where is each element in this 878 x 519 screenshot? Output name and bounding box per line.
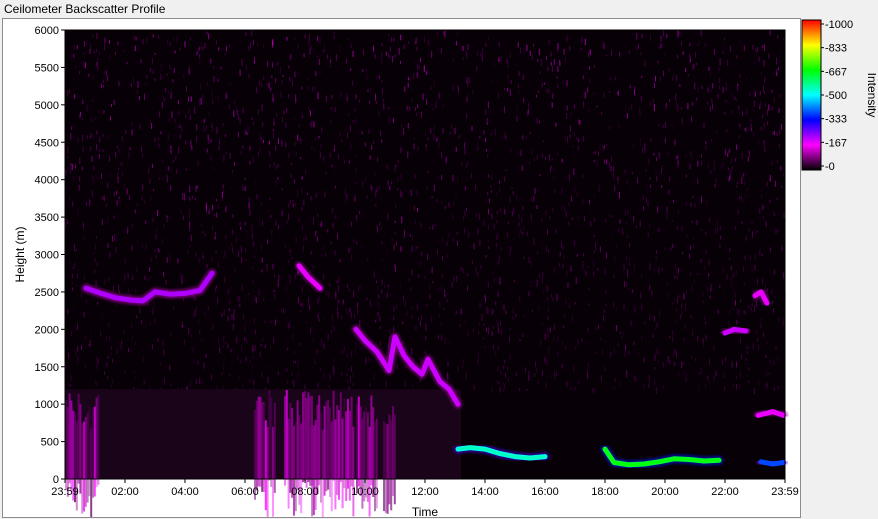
chart-svg: 0 500 1000 1500 2000 2500 3000 3500 4000 4500 5000… (13, 25, 799, 517)
layer-late-surface-layer (756, 457, 788, 469)
x-tick-label: 20:00 (651, 486, 679, 498)
y-tick-label: 4000 (35, 175, 59, 187)
x-tick-label: 18:00 (591, 486, 619, 498)
colorbar-title: Intensity (865, 73, 876, 118)
colorbar-tick-label: -667 (825, 66, 847, 78)
chart-frame: 0 500 1000 1500 2000 2500 3000 3500 4000 4500 5000… (2, 18, 801, 518)
x-tick-label: 12:00 (411, 486, 439, 498)
x-tick-label: 23:59 (51, 486, 79, 498)
x-tick-label: 06:00 (231, 486, 259, 498)
layer-evening-high-layer (720, 324, 751, 338)
colorbar-tick-label: -0 (825, 161, 835, 173)
y-tick-label: 1000 (35, 399, 59, 411)
x-tick-label: 23:59 (771, 486, 799, 498)
x-axis-title: Time (412, 505, 439, 517)
y-tick-label: 3000 (35, 250, 59, 262)
x-tick-label: 16:00 (531, 486, 559, 498)
y-tick-label: 2500 (35, 287, 59, 299)
y-tick-label: 2000 (35, 324, 59, 336)
colorbar-tick-label: -167 (825, 137, 847, 149)
colorbar-tick-label: -333 (825, 114, 847, 126)
colorbar-gradient (801, 19, 822, 171)
layer-late-low-layer (753, 407, 788, 420)
y-tick-label: 0 (53, 474, 59, 486)
y-tick-label: 3500 (35, 212, 59, 224)
colorbar-tick-label: -833 (825, 43, 847, 55)
x-tick-label: 10:00 (351, 486, 379, 498)
y-tick-label: 1500 (35, 362, 59, 374)
x-tick-label: 22:00 (711, 486, 739, 498)
y-axis-title: Height (m) (13, 226, 27, 282)
chart-title: Ceilometer Backscatter Profile (4, 2, 166, 16)
x-tick-label: 08:00 (291, 486, 319, 498)
colorbar-tick-label: -500 (825, 90, 847, 102)
colorbar: -1000 -833 -667 -500 -333 -167 -0 Intensity (801, 19, 876, 173)
y-tick-label: 4500 (35, 137, 59, 149)
x-tick-label: 04:00 (171, 486, 199, 498)
y-tick-label: 5000 (35, 100, 59, 112)
y-tick-label: 500 (41, 437, 59, 449)
y-tick-label: 6000 (35, 25, 59, 37)
colorbar-tick-label: -1000 (825, 19, 853, 31)
x-tick-label: 02:00 (111, 486, 139, 498)
y-tick-label: 5500 (35, 62, 59, 74)
x-tick-label: 14:00 (471, 486, 499, 498)
